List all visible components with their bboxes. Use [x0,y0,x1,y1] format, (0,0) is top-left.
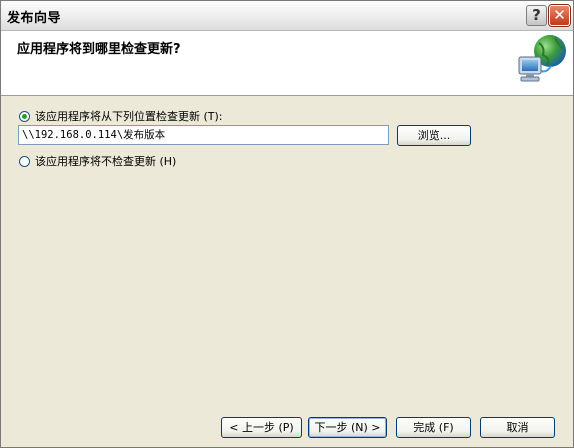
cancel-button[interactable]: 取消 [480,417,555,438]
publish-wizard-window: 发布向导 ? ✕ 应用程序将到哪里检查更新? 该应用程序将从下列位置检查更新 (… [0,0,574,448]
browse-button[interactable]: 浏览... [397,125,471,146]
back-button[interactable]: < 上一步 (P) [221,417,302,438]
finish-button[interactable]: 完成 (F) [396,417,471,438]
check-location-radio[interactable] [19,110,30,122]
close-button[interactable]: ✕ [549,5,570,26]
update-location-input[interactable]: \\192.168.0.114\发布版本 [18,125,389,145]
page-title: 应用程序将到哪里检查更新? [17,42,181,57]
check-location-option[interactable]: 该应用程序将从下列位置检查更新 (T): [19,108,223,124]
no-check-option[interactable]: 该应用程序将不检查更新 (H) [19,153,176,169]
wizard-header: 应用程序将到哪里检查更新? [1,31,573,96]
help-button[interactable]: ? [526,5,547,26]
next-button[interactable]: 下一步 (N) > [308,417,387,438]
check-location-label: 该应用程序将从下列位置检查更新 (T): [35,110,223,123]
title-bar[interactable]: 发布向导 ? ✕ [1,1,573,31]
no-check-radio[interactable] [19,155,30,167]
globe-network-icon [518,35,566,82]
window-title: 发布向导 [7,11,62,26]
wizard-body: 该应用程序将从下列位置检查更新 (T): \\192.168.0.114\发布版… [1,96,573,447]
no-check-label: 该应用程序将不检查更新 (H) [35,155,177,168]
